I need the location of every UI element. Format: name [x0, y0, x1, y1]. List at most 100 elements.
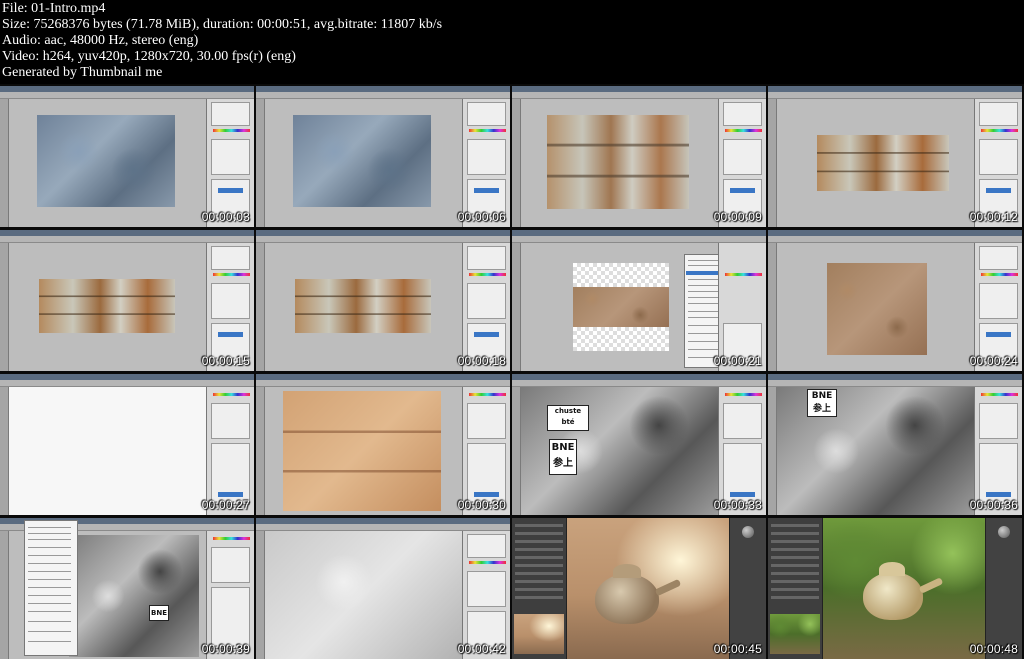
canvas-area — [265, 387, 462, 515]
bne-sticker: BNE 参上 — [807, 389, 837, 417]
selected-layer — [986, 188, 1011, 193]
adjustments-panel — [467, 283, 506, 319]
tools-panel — [768, 99, 777, 227]
tools-panel — [0, 387, 9, 515]
adjustments-panel — [211, 403, 250, 439]
thumbnail-5[interactable]: 00:00:15 — [0, 230, 254, 371]
settings-row — [771, 556, 819, 559]
adjustments-panel — [467, 139, 506, 175]
teapot-room-render — [567, 518, 729, 659]
selected-layer — [986, 332, 1011, 337]
thumbnail-4[interactable]: 00:00:12 — [768, 86, 1022, 227]
tools-panel — [0, 531, 9, 659]
selected-layer — [986, 492, 1011, 497]
menu-item — [28, 533, 71, 534]
thumbnail-14[interactable]: 00:00:42 — [256, 518, 510, 659]
menu-item — [28, 641, 71, 642]
side-panels — [974, 387, 1022, 515]
menu-item — [28, 579, 71, 580]
tools-panel — [256, 531, 265, 659]
histogram-panel — [467, 102, 506, 126]
swatches — [469, 273, 506, 276]
settings-row — [515, 556, 563, 559]
rust-strip-image — [39, 279, 175, 333]
timestamp: 00:00:06 — [457, 210, 506, 224]
filter-menu[interactable] — [24, 520, 78, 656]
adjustments-panel — [979, 403, 1018, 439]
options-bar — [0, 236, 254, 243]
swatches — [725, 129, 762, 132]
timestamp: 00:00:18 — [457, 354, 506, 368]
teapot-lid — [879, 562, 905, 576]
selected-layer — [474, 492, 499, 497]
timestamp: 00:00:21 — [713, 354, 762, 368]
layers-panel — [211, 443, 250, 505]
thumbnail-15[interactable]: 00:00:45 — [512, 518, 766, 659]
render-settings-panel — [512, 518, 567, 659]
swatches — [469, 129, 506, 132]
histogram-panel — [467, 534, 506, 558]
options-bar — [768, 380, 1022, 387]
selected-layer — [474, 332, 499, 337]
selected-layer — [730, 188, 755, 193]
canvas-area — [777, 99, 974, 227]
sticker-tag: chuste bté — [547, 405, 589, 431]
tools-panel — [256, 243, 265, 371]
side-panels — [718, 243, 766, 371]
teapot-body — [863, 572, 923, 620]
menu-item — [28, 555, 71, 556]
swatches — [213, 129, 250, 132]
tools-panel — [768, 243, 777, 371]
options-bar — [512, 380, 766, 387]
tools-panel — [256, 387, 265, 515]
selected-layer — [218, 332, 243, 337]
rust-metal-blend-image — [547, 115, 689, 209]
options-bar — [512, 236, 766, 243]
timestamp: 00:00:39 — [201, 642, 250, 656]
graffiti-wall-image: chuste bté BNE 参上 — [521, 387, 718, 515]
sand-texture-image — [827, 263, 927, 355]
side-panels — [462, 531, 510, 659]
thumbnail-7[interactable]: 00:00:21 — [512, 230, 766, 371]
graffiti-wall-image: BNE — [69, 535, 199, 657]
thumbnail-16[interactable]: 00:00:48 — [768, 518, 1022, 659]
canvas-area — [265, 531, 462, 659]
adjustments-panel — [979, 283, 1018, 319]
canvas-area: chuste bté BNE 参上 — [521, 387, 718, 515]
bne-text: BNE — [811, 391, 833, 401]
thumbnail-3[interactable]: 00:00:09 — [512, 86, 766, 227]
histogram-panel — [211, 102, 250, 126]
side-panels — [462, 387, 510, 515]
menu-item — [28, 563, 71, 564]
side-panels — [462, 243, 510, 371]
swatches — [213, 273, 250, 276]
settings-row — [515, 572, 563, 575]
canvas-area — [9, 99, 206, 227]
side-panels — [718, 99, 766, 227]
tools-panel — [512, 99, 521, 227]
thumbnail-9[interactable]: 00:00:27 — [0, 374, 254, 515]
thumbnail-13[interactable]: BNE 00:00:39 — [0, 518, 254, 659]
settings-row — [515, 540, 563, 543]
thumbnail-2[interactable]: 00:00:06 — [256, 86, 510, 227]
menu-item — [28, 595, 71, 596]
adjustments-panel — [467, 571, 506, 607]
timestamp: 00:00:27 — [201, 498, 250, 512]
sketch-outline-image — [9, 387, 206, 515]
swatches — [213, 393, 250, 396]
thumbnail-1[interactable]: 00:00:03 — [0, 86, 254, 227]
side-panels — [974, 99, 1022, 227]
thumbnail-6[interactable]: 00:00:18 — [256, 230, 510, 371]
timestamp: 00:00:12 — [969, 210, 1018, 224]
settings-row — [515, 524, 563, 527]
kanji-text: 参上 — [553, 458, 573, 469]
thumbnail-10[interactable]: 00:00:30 — [256, 374, 510, 515]
histogram-panel — [723, 102, 762, 126]
thumbnail-8[interactable]: 00:00:24 — [768, 230, 1022, 371]
render-settings-panel — [768, 518, 823, 659]
settings-row — [771, 524, 819, 527]
tools-panel — [0, 243, 9, 371]
thumbnail-11[interactable]: chuste bté BNE 参上 00:00:33 — [512, 374, 766, 515]
metal-texture-image — [37, 115, 175, 207]
thumbnail-12[interactable]: BNE 参上 00:00:36 — [768, 374, 1022, 515]
